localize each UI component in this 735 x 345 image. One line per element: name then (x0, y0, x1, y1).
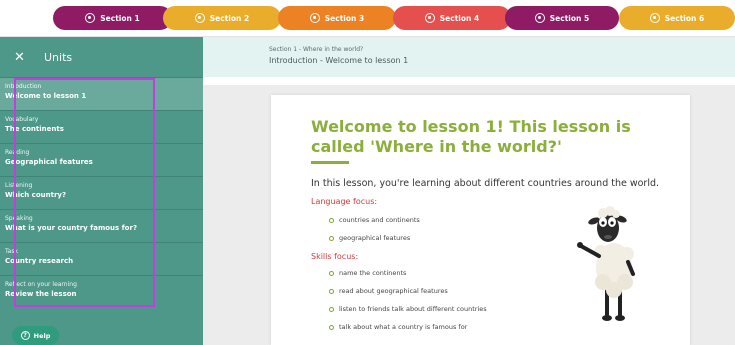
list-item-text: read about geographical features (339, 287, 448, 295)
item-title: Review the lesson (5, 290, 77, 298)
skills-focus-heading: Skills focus: (311, 252, 359, 261)
section-button-2[interactable]: Section 2 (163, 6, 281, 30)
list-item: listen to friends talk about different c… (329, 305, 487, 313)
item-category: Reflect on your learning (5, 281, 77, 288)
section-button-3[interactable]: Section 3 (278, 6, 396, 30)
question-icon: ? (20, 331, 30, 340)
bullet-icon (329, 306, 334, 312)
language-focus-heading: Language focus: (311, 197, 378, 206)
target-icon (309, 13, 320, 23)
breadcrumb-current: Introduction - Welcome to lesson 1 (269, 56, 409, 65)
bullet-icon (329, 324, 334, 330)
sidebar-item-reading[interactable]: Reading Geographical features (0, 143, 203, 176)
item-category: Listening (5, 182, 33, 189)
sidebar-item-reflect[interactable]: Reflect on your learning Review the less… (0, 275, 203, 308)
target-icon (85, 13, 96, 23)
sidebar-item-task[interactable]: Task Country research (0, 242, 203, 275)
section-button-1[interactable]: Section 1 (53, 6, 172, 30)
target-icon (194, 13, 205, 23)
section-button-6[interactable]: Section 6 (619, 6, 735, 30)
page-title: Welcome to lesson 1! This lesson is call… (311, 117, 631, 156)
close-icon[interactable]: ✕ (14, 50, 28, 65)
sidebar-item-vocabulary[interactable]: Vocabulary The continents (0, 110, 203, 143)
breadcrumb: Section 1 - Where in the world? Introduc… (203, 37, 735, 77)
bullet-icon (329, 270, 334, 276)
item-title: Which country? (5, 191, 67, 199)
breadcrumb-path[interactable]: Section 1 - Where in the world? (269, 46, 363, 53)
bullet-icon (329, 217, 334, 223)
bullet-icon (329, 288, 334, 294)
units-menu: Introduction Welcome to lesson 1 Vocabul… (0, 77, 203, 308)
item-title: The continents (5, 125, 64, 133)
section-label: Section 4 (439, 13, 480, 23)
section-nav: Section 1 Section 2 Section 3 Section 4 … (0, 0, 735, 37)
section-button-4[interactable]: Section 4 (393, 6, 511, 30)
title-underline (311, 161, 349, 164)
sidebar-title: Units (44, 50, 73, 64)
list-item: name the continents (329, 269, 406, 277)
sheep-character-illustration (577, 206, 635, 321)
item-title: Welcome to lesson 1 (5, 92, 87, 100)
bullet-icon (329, 235, 334, 241)
list-item: countries and continents (329, 216, 420, 224)
intro-text: In this lesson, you're learning about di… (311, 178, 660, 189)
item-title: Geographical features (5, 158, 93, 166)
sidebar-header: ✕ Units (0, 37, 203, 77)
target-icon (424, 13, 435, 23)
list-item: talk about what a country is famous for (329, 323, 467, 331)
section-label: Section 5 (549, 13, 590, 23)
list-item: geographical features (329, 234, 410, 242)
sidebar-item-listening[interactable]: Listening Which country? (0, 176, 203, 209)
section-label: Section 6 (664, 13, 705, 23)
target-icon (649, 13, 660, 23)
item-category: Introduction (5, 83, 42, 90)
section-label: Section 3 (324, 13, 365, 23)
list-item-text: talk about what a country is famous for (339, 323, 468, 331)
list-item-text: geographical features (339, 234, 411, 242)
help-button[interactable]: ? Help (12, 326, 59, 345)
item-category: Reading (5, 149, 30, 156)
list-item-text: listen to friends talk about different c… (339, 305, 487, 313)
section-label: Section 1 (100, 13, 140, 23)
list-item: read about geographical features (329, 287, 448, 295)
item-title: Country research (5, 257, 74, 265)
item-category: Task (5, 248, 18, 255)
target-icon (534, 13, 545, 23)
help-label: Help (33, 331, 51, 340)
sidebar-item-speaking[interactable]: Speaking What is your country famous for… (0, 209, 203, 242)
item-category: Speaking (5, 215, 33, 222)
list-item-text: name the continents (339, 269, 407, 277)
sidebar-item-introduction[interactable]: Introduction Welcome to lesson 1 (0, 77, 203, 110)
lesson-card: Welcome to lesson 1! This lesson is call… (271, 95, 690, 345)
item-category: Vocabulary (5, 116, 39, 123)
divider (203, 77, 735, 85)
list-item-text: countries and continents (339, 216, 420, 224)
units-sidebar: ✕ Units Introduction Welcome to lesson 1… (0, 37, 203, 345)
item-title: What is your country famous for? (5, 224, 138, 232)
section-button-5[interactable]: Section 5 (505, 6, 619, 30)
section-label: Section 2 (209, 13, 250, 23)
